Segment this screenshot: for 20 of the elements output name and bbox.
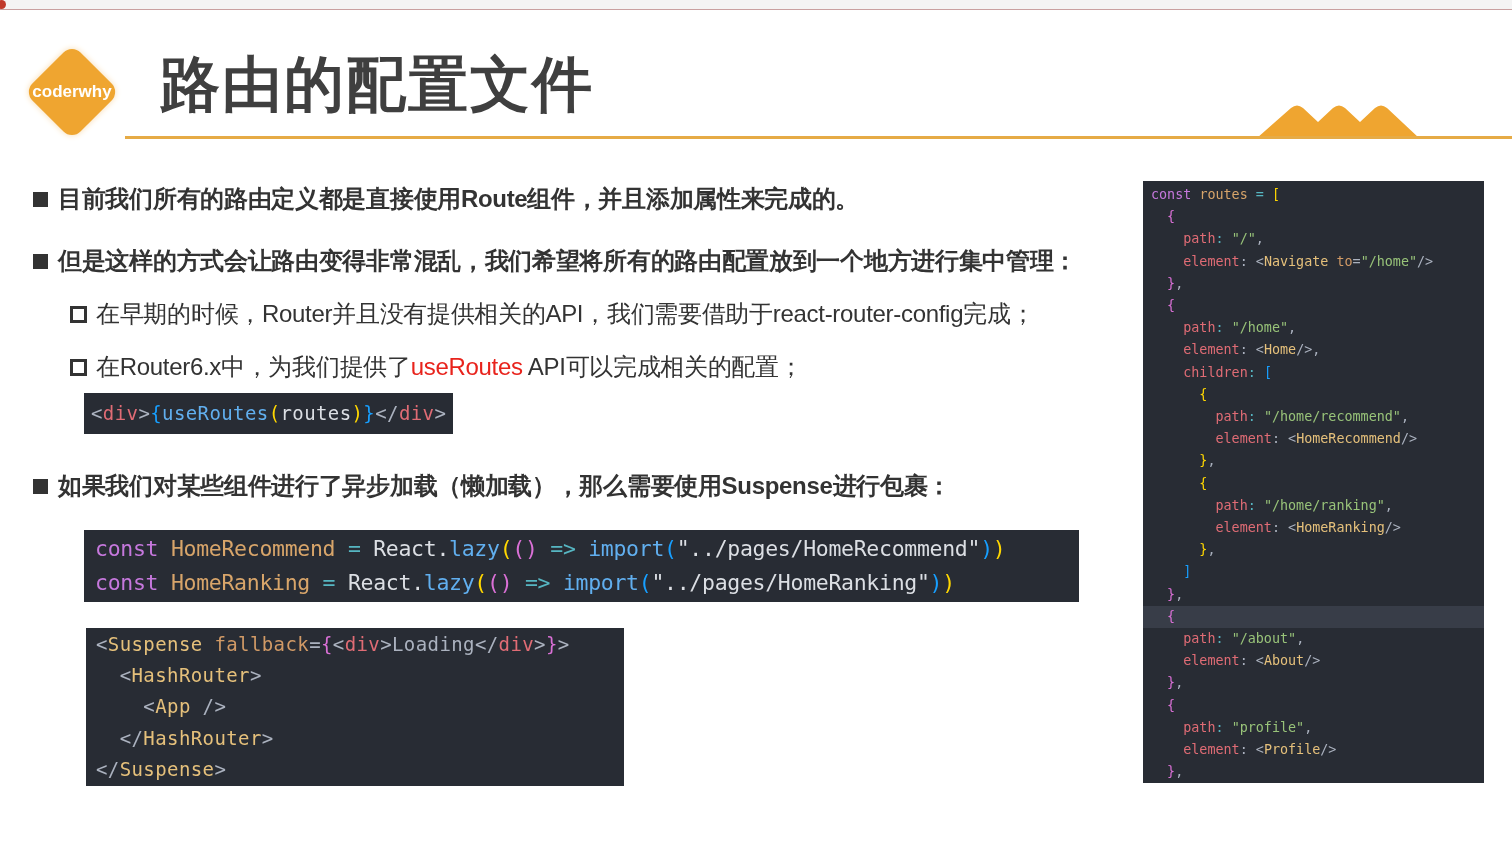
code-line: </Suspense> (96, 756, 228, 782)
code-line: const HomeRanking = React.lazy(() => import("../pages/HomeRanking")) (95, 569, 956, 597)
code-line: </HashRouter> (118, 725, 275, 751)
logo-text: coderwhy (32, 81, 112, 104)
code-line: <App /> (142, 694, 228, 720)
code-line: <div>{useRoutes(routes)}</div> (91, 401, 447, 426)
filled-square-icon (33, 478, 48, 494)
bullet-text: 但是这样的方式会让路由变得非常混乱，我们希望将所有的路由配置放到一个地方进行集中管理： (58, 246, 1078, 276)
code-line: <Suspense fallback={<div>Loading</div>}> (96, 632, 571, 657)
slide-title: 路由的配置文件 (160, 50, 594, 120)
code-line: const HomeRecommend = React.lazy(() => import("../pages/HomeRecommend")) (95, 535, 1007, 563)
bullet-text: 在早期的时候，Router并且没有提供相关的API，我们需要借助于react-router-config完成； (96, 299, 1035, 329)
hollow-square-icon (70, 358, 87, 376)
bullet-text: 在Router6.x中，为我们提供了useRoutes API可以完成相关的配置； (96, 352, 803, 382)
bullet-text: 目前我们所有的路由定义都是直接使用Route组件，并且添加属性来完成的。 (58, 184, 860, 214)
filled-square-icon (33, 191, 48, 207)
filled-square-icon (33, 253, 48, 269)
hollow-square-icon (70, 305, 87, 323)
code-line: <HashRouter> (118, 663, 263, 689)
bullet-text: 如果我们对某些组件进行了异步加载（懒加载），那么需要使用Suspense进行包裹： (58, 471, 952, 501)
